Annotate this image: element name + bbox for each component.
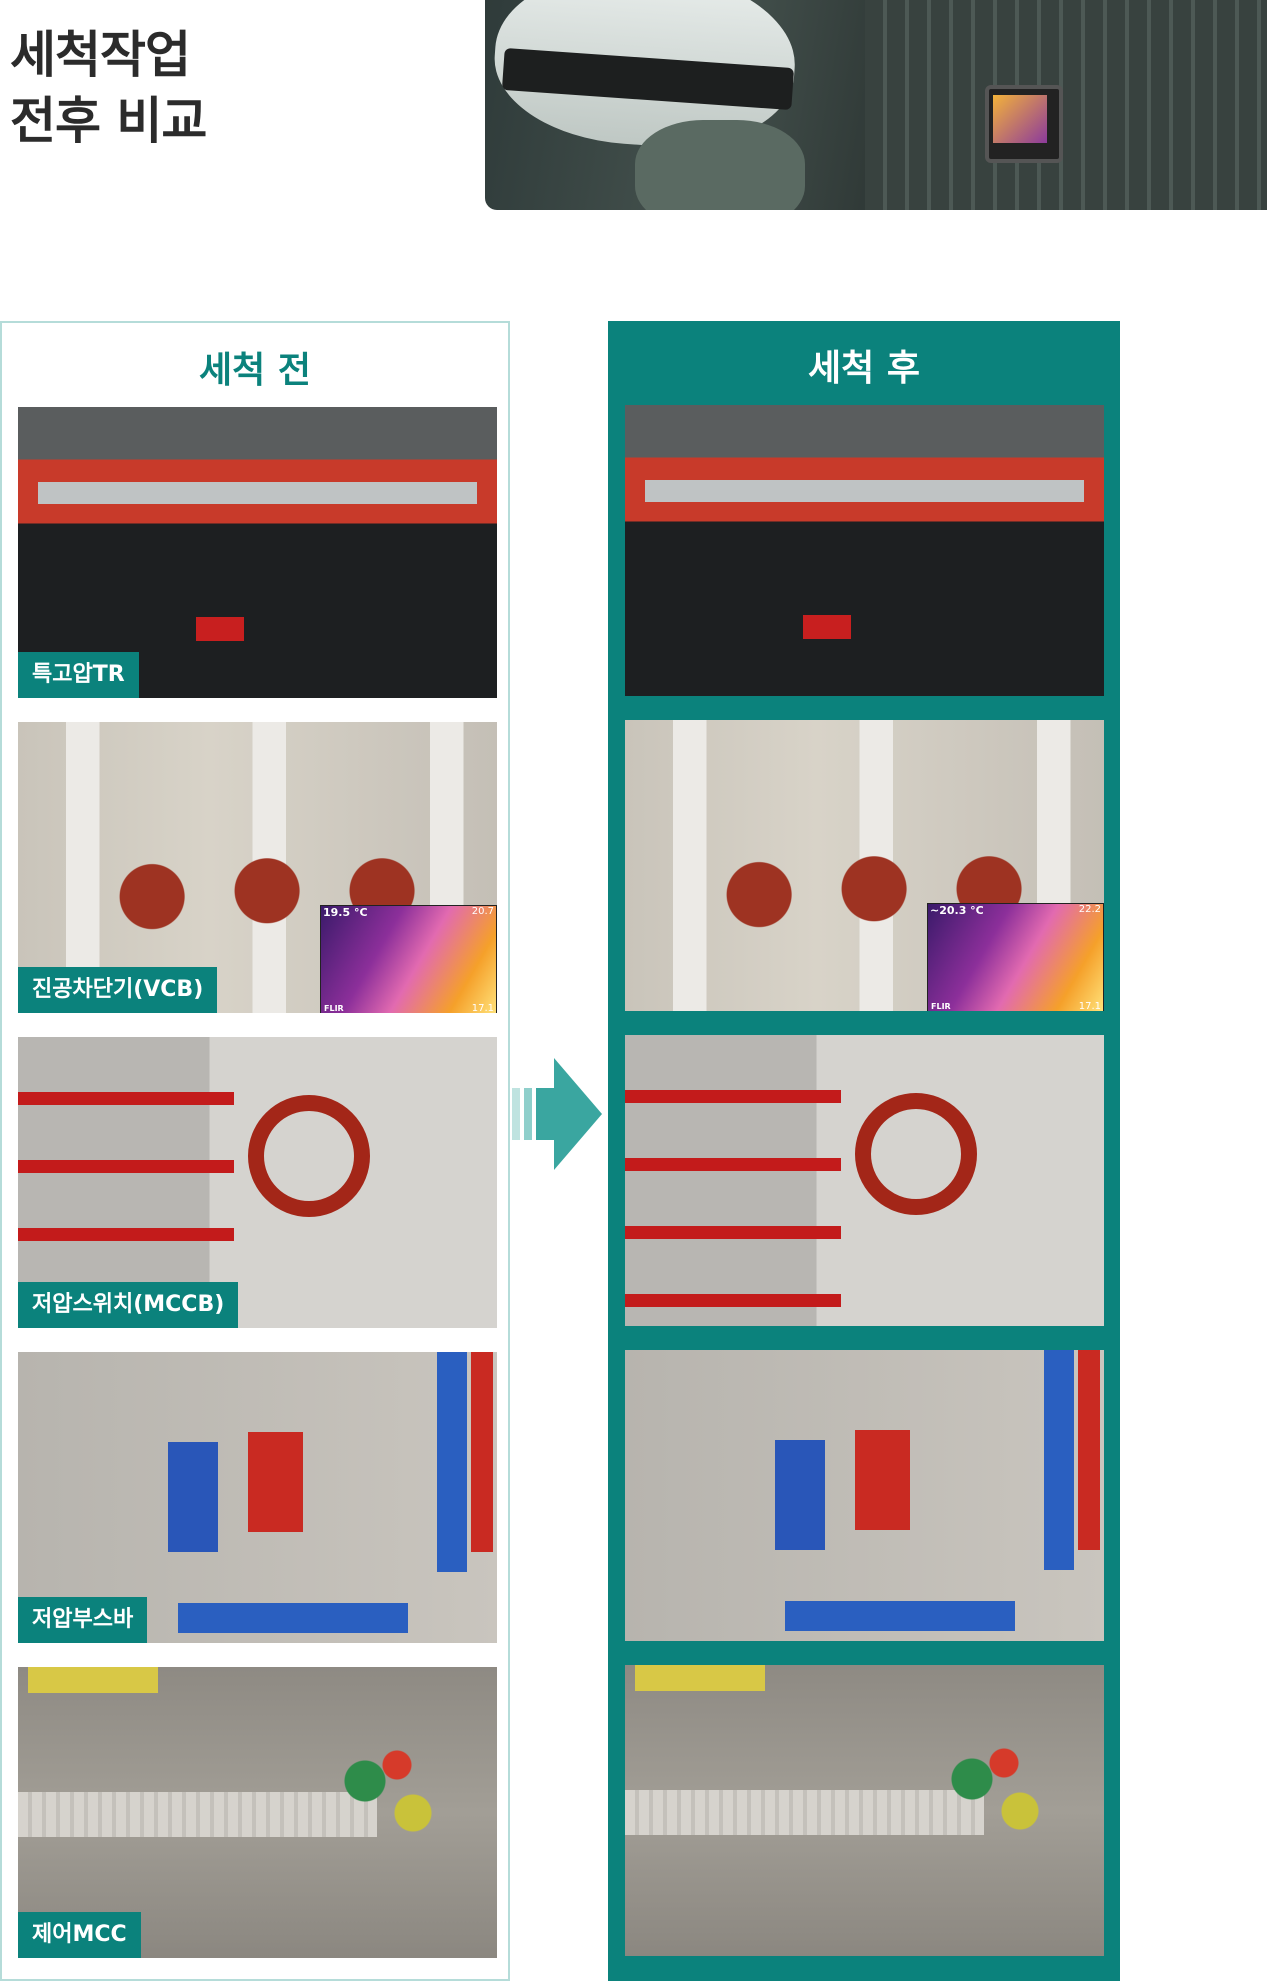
thermal-brand: FLIR [931,1002,951,1011]
after-heading: 세척 후 [808,348,920,389]
thermal-max: 22.2 [1078,904,1101,915]
after-column: 세척 후 ~20.3 °C 22.2 17.1 FLIR [608,321,1120,1981]
photo-label: 제어MCC [18,1912,141,1958]
thermal-min: 17.1 [1078,1001,1101,1011]
after-photo-mcc [625,1665,1104,1956]
after-photo-vcb: ~20.3 °C 22.2 17.1 FLIR [625,720,1104,1011]
busbar-blue [178,1603,408,1633]
after-photo-mccb [625,1035,1104,1326]
before-photo-vcb: 19.5 °C 20.7 17.1 FLIR 진공차단기(VCB) [18,722,497,1013]
after-photo-busbar [625,1350,1104,1641]
hero-worker [635,120,805,210]
page-title: 세척작업 전후 비교 [10,22,430,154]
mcc-yellow-tag [28,1667,158,1693]
thermal-inset: 19.5 °C 20.7 17.1 FLIR [320,905,497,1013]
thermal-brand: FLIR [324,1004,344,1013]
title-line-1: 세척작업 [10,26,191,84]
photo-label: 특고압TR [18,652,139,698]
thermal-inset: ~20.3 °C 22.2 17.1 FLIR [927,903,1104,1011]
thermal-max: 20.7 [471,906,494,917]
title-line-2: 전후 비교 [10,92,207,150]
thermal-temp: 19.5 °C [323,906,368,919]
before-photo-mccb: 저압스위치(MCCB) [18,1037,497,1328]
before-column: 세척 전 특고압TR 19.5 °C 20.7 17.1 FLIR 진공차단기(… [0,321,510,1981]
arrow-right-icon [512,1058,602,1170]
before-photo-tr: 특고압TR [18,407,497,698]
hero-camera-screen [993,95,1047,143]
hero-photo [485,0,1267,210]
photo-label: 저압부스바 [18,1597,148,1643]
busbar-vertical-red [1078,1350,1100,1550]
photo-label: 저압스위치(MCCB) [18,1282,239,1328]
after-photo-tr [625,405,1104,696]
photo-label: 진공차단기(VCB) [18,967,218,1013]
thermal-min: 17.1 [471,1003,494,1013]
before-photo-busbar: 저압부스바 [18,1352,497,1643]
before-photo-mcc: 제어MCC [18,1667,497,1958]
busbar-vertical-red [471,1352,493,1552]
busbar-vertical-blue [1044,1350,1074,1570]
hero-panel [865,0,1267,210]
thermal-temp: ~20.3 °C [930,904,984,917]
busbar-blue [785,1601,1015,1631]
mcc-yellow-tag [635,1665,765,1691]
before-heading: 세척 전 [199,350,311,391]
busbar-vertical-blue [437,1352,467,1572]
